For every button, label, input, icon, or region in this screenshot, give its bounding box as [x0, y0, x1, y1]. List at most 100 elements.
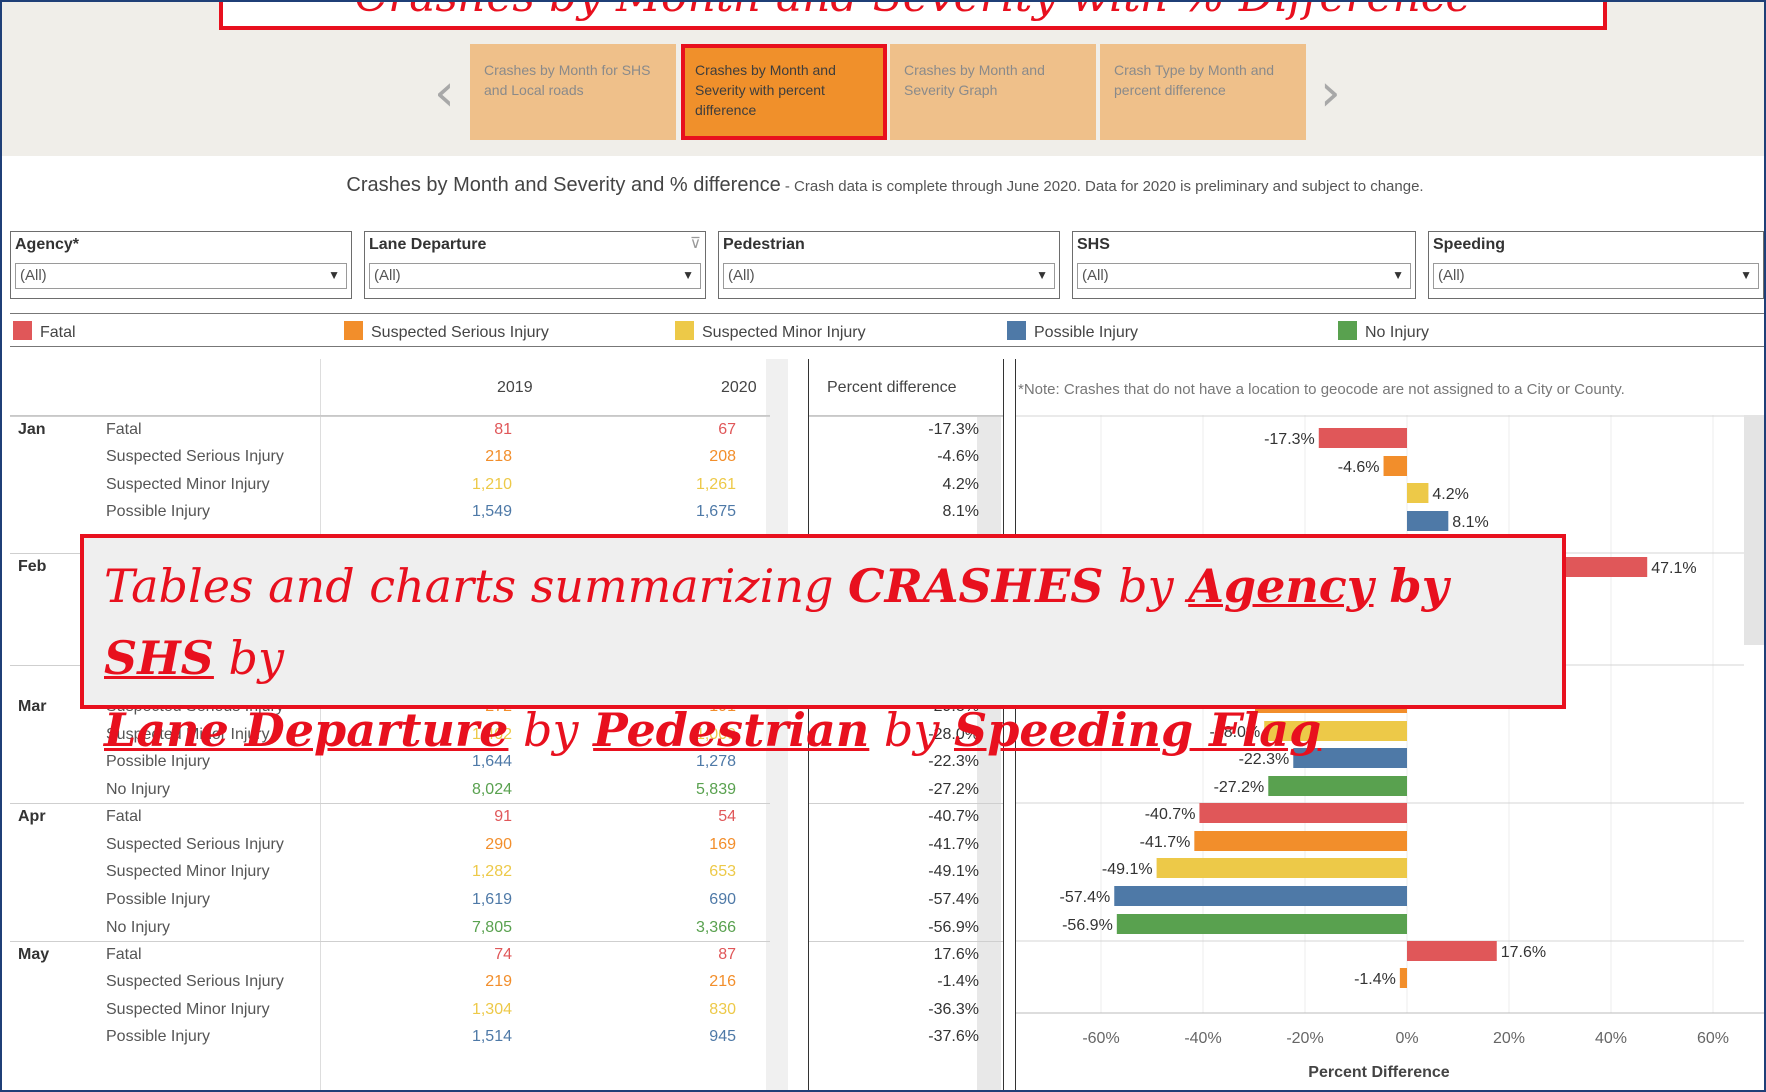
clear-filter-icon[interactable]: ⊽ [690, 234, 701, 252]
table-cell-2019: 74 [494, 946, 512, 963]
pct-cell: -36.3% [928, 1001, 979, 1018]
filter-value: (All) [1082, 267, 1109, 284]
table-cell-severity: No Injury [106, 781, 171, 798]
bar[interactable] [1268, 776, 1407, 796]
tab-crashes-by-month-shs-local[interactable]: Crashes by Month for SHS and Local roads [470, 44, 676, 140]
annotation-lane-departure: Lane Departure [104, 703, 509, 757]
bar-label: 17.6% [1501, 944, 1546, 961]
table-cell-2020: 830 [709, 1001, 736, 1018]
filter-speeding-dropdown[interactable]: (All) ▼ [1433, 263, 1759, 289]
dashboard-frame: ‹ Crashes by Month for SHS and Local roa… [0, 0, 1766, 1092]
bar-label: 4.2% [1432, 486, 1468, 503]
filter-agency-dropdown[interactable]: (All) ▼ [15, 263, 347, 289]
table-cell-2019: 219 [485, 973, 512, 990]
table-row: Suspected Minor Injury 1,282 653 [10, 858, 766, 885]
legend-swatch [1338, 321, 1357, 340]
table-cell-2020: 5,839 [695, 781, 736, 798]
table-row: Suspected Serious Injury 218 208 [10, 443, 766, 470]
pct-cell: -37.6% [928, 1028, 979, 1045]
bar[interactable] [1407, 483, 1429, 503]
annotation-pedestrian: Pedestrian [593, 703, 870, 757]
table-cell-2019: 1,210 [471, 476, 512, 493]
dashboard-title-text: Crashes by Month and Severity and % diff… [346, 174, 781, 196]
annotation-text: by [508, 703, 594, 757]
filter-lane-departure: Lane Departure ⊽ (All) ▼ [364, 231, 706, 299]
month-divider [809, 941, 1003, 942]
table-cell-severity: Suspected Serious Injury [106, 448, 284, 465]
filter-label: Pedestrian [723, 236, 805, 253]
table-cell-2019: 290 [485, 836, 512, 853]
pct-cell: 8.1% [942, 503, 979, 520]
pct-cell: 17.6% [933, 946, 979, 963]
bar[interactable] [1156, 858, 1407, 878]
table-cell-severity: No Injury [106, 919, 171, 936]
chevron-left-icon[interactable]: ‹ [434, 67, 455, 119]
annotation-shs: SHS [104, 631, 214, 685]
bar[interactable] [1383, 456, 1407, 476]
month-divider [809, 416, 1003, 417]
pct-cell: -56.9% [928, 919, 979, 936]
table-cell-month: Apr [18, 808, 46, 825]
bar-label: 8.1% [1452, 514, 1488, 531]
column-header-2019[interactable]: 2019 [497, 379, 533, 397]
table-cell-2019: 1,619 [471, 891, 512, 908]
table-cell-severity: Possible Injury [106, 503, 211, 520]
tab-crashes-by-month-severity-graph[interactable]: Crashes by Month and Severity Graph [890, 44, 1096, 140]
month-divider [10, 803, 770, 804]
bar-label: -4.6% [1338, 459, 1380, 476]
column-header-percent-difference[interactable]: Percent difference [827, 379, 957, 397]
table-cell-severity: Suspected Minor Injury [106, 1001, 270, 1018]
table-row: Suspected Serious Injury 290 169 [10, 831, 766, 858]
table-cell-severity: Fatal [106, 946, 142, 963]
bar[interactable] [1318, 428, 1407, 448]
table-cell-2020: 1,675 [695, 503, 736, 520]
legend-item-minor[interactable]: Suspected Minor Injury [675, 321, 866, 342]
table-cell-severity: Suspected Serious Injury [106, 836, 284, 853]
table-cell-2020: 208 [709, 448, 736, 465]
bar[interactable] [1114, 886, 1407, 906]
table-cell-2020: 653 [709, 863, 736, 880]
filter-agency: Agency* (All) ▼ [10, 231, 352, 299]
table-cell-2020: 67 [718, 421, 736, 438]
bar[interactable] [1194, 831, 1407, 851]
bar[interactable] [1199, 803, 1407, 823]
chevron-right-icon[interactable]: › [1320, 67, 1341, 119]
month-divider [809, 803, 1003, 804]
tab-crashes-by-month-severity-pct[interactable]: Crashes by Month and Severity with perce… [681, 44, 887, 140]
legend-item-possible[interactable]: Possible Injury [1007, 321, 1138, 342]
x-tick-label: 20% [1493, 1030, 1525, 1047]
bar[interactable] [1407, 511, 1449, 531]
x-axis-title: Percent Difference [1308, 1064, 1449, 1081]
dashboard-subtitle: - Crash data is complete through June 20… [780, 178, 1424, 195]
table-cell-severity: Suspected Minor Injury [106, 476, 270, 493]
table-cell-2020: 216 [709, 973, 736, 990]
tab-label: Crashes by Month for SHS and Local roads [484, 62, 651, 98]
pct-cell: -4.6% [937, 448, 979, 465]
annotation-text: by [213, 631, 284, 685]
legend-item-no-injury[interactable]: No Injury [1338, 321, 1429, 342]
table-cell-2020: 945 [709, 1028, 736, 1045]
legend-item-serious[interactable]: Suspected Serious Injury [344, 321, 549, 342]
filter-pedestrian-dropdown[interactable]: (All) ▼ [723, 263, 1055, 289]
filter-pedestrian: Pedestrian (All) ▼ [718, 231, 1060, 299]
column-header-2020[interactable]: 2020 [721, 379, 757, 397]
bar-label: -56.9% [1062, 917, 1113, 934]
tab-label: Crash Type by Month and percent differen… [1114, 62, 1275, 98]
filter-lane-departure-dropdown[interactable]: (All) ▼ [369, 263, 701, 289]
pct-cell: -41.7% [928, 836, 979, 853]
bar[interactable] [1407, 941, 1497, 961]
x-tick-label: 60% [1697, 1030, 1729, 1047]
annotation-crashes: CRASHES [848, 559, 1104, 613]
annotation-callout: Tables and charts summarizing CRASHES by… [80, 534, 1566, 757]
dashboard-title: Crashes by Month and Severity and % diff… [2, 174, 1764, 197]
tab-crash-type-by-month[interactable]: Crash Type by Month and percent differen… [1100, 44, 1306, 140]
legend-item-fatal[interactable]: Fatal [13, 321, 76, 342]
x-tick-label: 40% [1595, 1030, 1627, 1047]
filter-shs-dropdown[interactable]: (All) ▼ [1077, 263, 1411, 289]
filter-value: (All) [728, 267, 755, 284]
filter-label: Lane Departure [369, 236, 487, 253]
bar[interactable] [1399, 968, 1407, 988]
legend-swatch [675, 321, 694, 340]
bar[interactable] [1116, 914, 1407, 934]
annotation-text: by [1373, 559, 1449, 613]
